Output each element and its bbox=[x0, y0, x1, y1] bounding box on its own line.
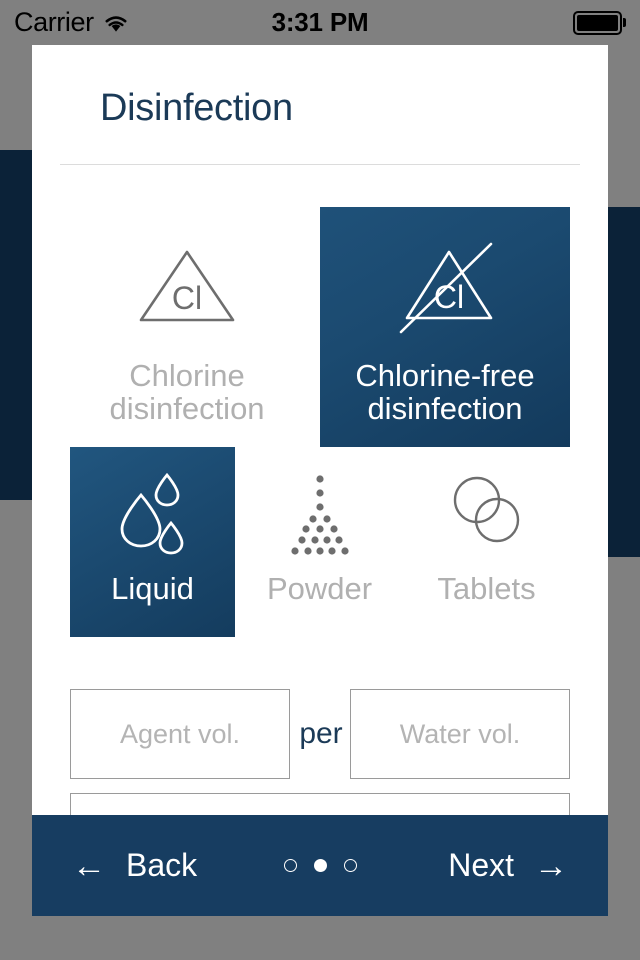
arrow-right-icon: → bbox=[534, 846, 568, 885]
status-bar: Carrier 3:31 PM bbox=[0, 0, 640, 45]
page-dot-2[interactable] bbox=[313, 859, 327, 872]
tile-chlorine-label: Chlorine disinfection bbox=[109, 359, 264, 426]
agent-volume-input[interactable] bbox=[70, 689, 290, 779]
tile-powder-label: Powder bbox=[266, 571, 373, 606]
powder-dots-icon bbox=[277, 457, 363, 572]
page-title: Disinfection bbox=[100, 87, 293, 129]
tile-liquid[interactable]: Liquid bbox=[70, 447, 235, 637]
tile-tablets[interactable]: Tablets bbox=[404, 447, 569, 637]
chlorine-free-triangle-crossed-icon: Cl bbox=[391, 221, 499, 351]
chlorine-triangle-icon: Cl bbox=[133, 221, 241, 351]
tile-tablets-label: Tablets bbox=[437, 571, 536, 606]
bottom-navigation-bar: ← Back Next → bbox=[32, 815, 608, 916]
per-label: per bbox=[299, 717, 343, 750]
tile-liquid-label: Liquid bbox=[111, 571, 194, 606]
tile-chlorine-free-label: Chlorine-free disinfection bbox=[355, 359, 534, 426]
tile-chlorine-free-label-line2: disinfection bbox=[367, 391, 523, 427]
disinfection-card: Disinfection Cl Chlorine disinfection Cl bbox=[32, 45, 608, 815]
svg-text:Cl: Cl bbox=[172, 280, 202, 316]
title-divider bbox=[60, 164, 580, 165]
backdrop-panel-left bbox=[0, 150, 33, 500]
water-volume-input[interactable] bbox=[350, 689, 570, 779]
tablets-circles-icon bbox=[444, 457, 530, 572]
phone-screen: Carrier 3:31 PM Disinfection Cl Chlorine… bbox=[0, 0, 640, 960]
backdrop-panel-right bbox=[607, 207, 640, 557]
tile-chlorine-label-line1: Chlorine bbox=[129, 358, 245, 393]
page-dot-1[interactable] bbox=[283, 859, 297, 872]
page-dot-3[interactable] bbox=[343, 859, 357, 872]
tile-chlorine-disinfection[interactable]: Cl Chlorine disinfection bbox=[62, 207, 312, 447]
tile-chlorine-free-disinfection[interactable]: Cl Chlorine-free disinfection bbox=[320, 207, 570, 447]
tile-powder[interactable]: Powder bbox=[237, 447, 402, 637]
third-input[interactable] bbox=[70, 793, 570, 815]
next-button-label: Next bbox=[448, 847, 514, 883]
water-droplets-icon bbox=[107, 457, 199, 572]
next-button[interactable]: Next → bbox=[448, 847, 568, 884]
battery-full-icon bbox=[572, 10, 626, 35]
tile-chlorine-free-label-line1: Chlorine-free bbox=[355, 358, 535, 393]
tile-chlorine-label-line2: disinfection bbox=[109, 391, 265, 427]
clock-label: 3:31 PM bbox=[271, 7, 369, 37]
